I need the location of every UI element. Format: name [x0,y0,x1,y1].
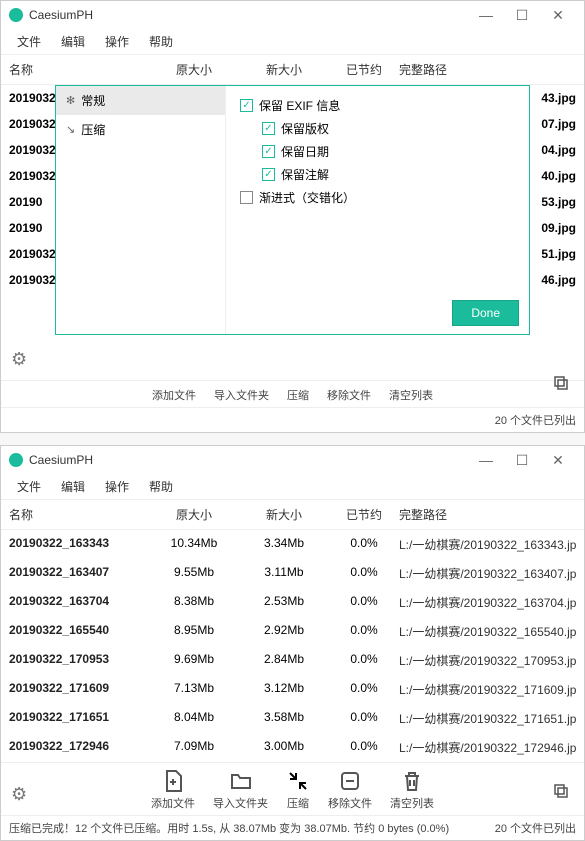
option-progressive[interactable]: 渐进式（交错化） [240,186,515,209]
status-message: 压缩已完成！12 个文件已压缩。用时 1.5s, 从 38.07Mb 变为 38… [9,820,449,836]
header-path[interactable]: 完整路径 [399,506,576,523]
app-logo-icon [9,8,23,22]
compress-button[interactable]: 压缩 [287,387,309,403]
statusbar: 压缩已完成！12 个文件已压缩。用时 1.5s, 从 38.07Mb 变为 38… [1,815,584,840]
maximize-button[interactable]: ☐ [504,7,540,24]
sidebar-item-compress[interactable]: ↘ 压缩 [56,115,225,144]
menu-action[interactable]: 操作 [95,474,139,499]
table-row[interactable]: 20190322_1716518.04Mb3.58Mb0.0%L:/一幼棋赛/2… [1,704,584,733]
header-orig[interactable]: 原大小 [149,61,239,78]
table-row[interactable]: 20190322_1637048.38Mb2.53Mb0.0%L:/一幼棋赛/2… [1,588,584,617]
table-row[interactable]: 20190322_1716097.13Mb3.12Mb0.0%L:/一幼棋赛/2… [1,675,584,704]
app-title: CaesiumPH [29,8,468,22]
settings-gear-button[interactable]: ⚙ [11,349,27,370]
clear-list-button[interactable]: 清空列表 [389,387,433,403]
menu-edit[interactable]: 编辑 [51,474,95,499]
trash-icon [400,769,424,793]
table-row[interactable]: 20190322_1634079.55Mb3.11Mb0.0%L:/一幼棋赛/2… [1,559,584,588]
remove-file-button[interactable]: 移除文件 [327,387,371,403]
app-title: CaesiumPH [29,453,468,467]
minus-square-icon [338,769,362,793]
done-button[interactable]: Done [452,300,519,326]
header-orig[interactable]: 原大小 [149,506,239,523]
app-logo-icon [9,453,23,467]
statusbar: 20 个文件已列出 [1,407,584,432]
copy-icon[interactable] [552,782,570,805]
checkbox-icon: ✓ [262,122,275,135]
settings-panel: ✓ 保留 EXIF 信息 ✓ 保留版权 ✓ 保留日期 ✓ 保留注解 渐进式 [226,86,529,334]
header-saved[interactable]: 已节约 [329,61,399,78]
add-file-button[interactable]: 添加文件 [152,387,196,403]
table-row[interactable]: 20190322_1729467.09Mb3.00Mb0.0%L:/一幼棋赛/2… [1,733,584,762]
copy-icon[interactable] [552,374,570,397]
table-row[interactable]: 20190322_1709539.69Mb2.84Mb0.0%L:/一幼棋赛/2… [1,646,584,675]
header-new[interactable]: 新大小 [239,61,329,78]
window-results: CaesiumPH — ☐ ✕ 文件 编辑 操作 帮助 名称 原大小 新大小 已… [0,445,585,841]
compress-button[interactable]: 压缩 [286,769,310,811]
checkbox-icon: ✓ [262,145,275,158]
titlebar: CaesiumPH — ☐ ✕ [1,1,584,29]
menu-file[interactable]: 文件 [7,474,51,499]
menu-help[interactable]: 帮助 [139,474,183,499]
toolbar: ⚙ 添加文件 导入文件夹 压缩 移除文件 清空列表 [1,762,584,815]
gear-icon: ✻ [66,94,75,107]
file-plus-icon [161,769,185,793]
status-file-count: 20 个文件已列出 [495,820,576,836]
sidebar-label-compress: 压缩 [81,121,105,138]
menubar: 文件 编辑 操作 帮助 [1,474,584,500]
header-name[interactable]: 名称 [9,61,149,78]
add-file-button[interactable]: 添加文件 [151,769,195,811]
menubar: 文件 编辑 操作 帮助 [1,29,584,55]
folder-icon [229,769,253,793]
header-saved[interactable]: 已节约 [329,506,399,523]
import-folder-button[interactable]: 导入文件夹 [213,769,268,811]
maximize-button[interactable]: ☐ [504,452,540,469]
header-name[interactable]: 名称 [9,506,149,523]
remove-file-button[interactable]: 移除文件 [328,769,372,811]
arrows-in-icon [286,769,310,793]
minimize-button[interactable]: — [468,452,504,468]
import-folder-button[interactable]: 导入文件夹 [214,387,269,403]
settings-dialog: ✻ 常规 ↘ 压缩 ✓ 保留 EXIF 信息 ✓ 保留版权 ✓ [55,85,530,335]
option-keep-exif[interactable]: ✓ 保留 EXIF 信息 [240,94,515,117]
compress-icon: ↘ [66,123,75,136]
clear-list-button[interactable]: 清空列表 [390,769,434,811]
file-list: 20190322_16334310.34Mb3.34Mb0.0%L:/一幼棋赛/… [1,530,584,762]
minimize-button[interactable]: — [468,7,504,23]
close-button[interactable]: ✕ [540,452,576,469]
window-settings: CaesiumPH — ☐ ✕ 文件 编辑 操作 帮助 名称 原大小 新大小 已… [0,0,585,433]
toolbar: 添加文件 导入文件夹 压缩 移除文件 清空列表 [1,380,584,407]
column-headers: 名称 原大小 新大小 已节约 完整路径 [1,500,584,530]
sidebar-label-general: 常规 [81,92,105,109]
settings-gear-button[interactable]: ⚙ [11,784,27,805]
checkbox-icon: ✓ [240,99,253,112]
status-file-count: 20 个文件已列出 [495,412,576,428]
option-keep-copyright[interactable]: ✓ 保留版权 [240,117,515,140]
header-path[interactable]: 完整路径 [399,61,576,78]
checkbox-icon: ✓ [262,168,275,181]
column-headers: 名称 原大小 新大小 已节约 完整路径 [1,55,584,85]
settings-sidebar: ✻ 常规 ↘ 压缩 [56,86,226,334]
titlebar: CaesiumPH — ☐ ✕ [1,446,584,474]
table-row[interactable]: 20190322_16334310.34Mb3.34Mb0.0%L:/一幼棋赛/… [1,530,584,559]
header-new[interactable]: 新大小 [239,506,329,523]
sidebar-item-general[interactable]: ✻ 常规 [56,86,225,115]
menu-file[interactable]: 文件 [7,29,51,54]
close-button[interactable]: ✕ [540,7,576,24]
menu-action[interactable]: 操作 [95,29,139,54]
checkbox-icon [240,191,253,204]
menu-edit[interactable]: 编辑 [51,29,95,54]
option-keep-date[interactable]: ✓ 保留日期 [240,140,515,163]
menu-help[interactable]: 帮助 [139,29,183,54]
option-keep-comment[interactable]: ✓ 保留注解 [240,163,515,186]
table-row[interactable]: 20190322_1655408.95Mb2.92Mb0.0%L:/一幼棋赛/2… [1,617,584,646]
